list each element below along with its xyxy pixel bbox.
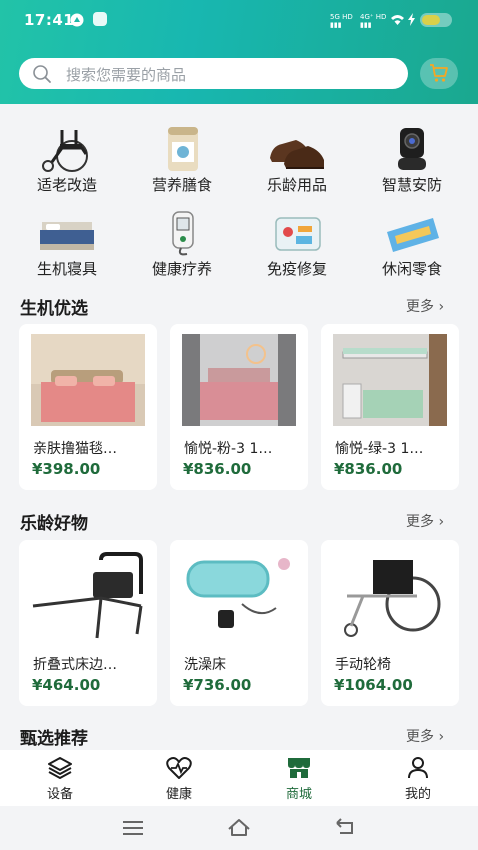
signal-5g-icon: 5G HD ▮▮▮ [330, 13, 353, 29]
tab-label: 商城 [285, 787, 312, 802]
section-title: 生机优选 [20, 299, 88, 319]
medicine-kit-icon [275, 217, 321, 251]
wheelchair-photo [333, 550, 447, 642]
search-bar[interactable]: 搜索您需要的商品 [19, 58, 408, 89]
section-title: 乐龄好物 [20, 514, 88, 534]
category-label: 休闲零食 [381, 260, 442, 278]
product-card[interactable]: 洗澡床 ¥736.00 [170, 540, 308, 706]
product-price: ¥464.00 [32, 676, 101, 694]
product-price: ¥1064.00 [334, 676, 413, 694]
shopping-cart-icon [430, 64, 448, 82]
pink-bed-photo [31, 334, 145, 426]
product-name: 亲肤撸猫毯… [33, 441, 117, 457]
store-icon [288, 758, 310, 778]
glucose-meter-icon [172, 211, 194, 256]
tab-health[interactable]: 健康 [139, 756, 219, 802]
inflatable-bath-photo [182, 550, 296, 642]
bed-icon [40, 222, 94, 250]
product-name: 手动轮椅 [335, 657, 391, 673]
notification-icon [70, 12, 84, 27]
more-link[interactable]: 更多 › [406, 726, 444, 746]
pink-bedroom-photo [182, 334, 296, 426]
product-price: ¥836.00 [334, 460, 403, 478]
tab-label: 健康 [165, 787, 192, 802]
product-price: ¥736.00 [183, 676, 252, 694]
category-label: 适老改造 [36, 176, 97, 194]
product-name: 折叠式床边… [33, 657, 117, 673]
product-name: 洗澡床 [184, 657, 226, 673]
category-label: 智慧安防 [381, 176, 442, 194]
category-label: 免疫修复 [266, 260, 327, 278]
product-card[interactable]: 折叠式床边… ¥464.00 [19, 540, 157, 706]
chevron-right-icon: › [438, 299, 445, 315]
more-link[interactable]: 更多 › [406, 511, 444, 531]
snack-pack-icon [387, 218, 439, 252]
green-bunkbed-photo [333, 334, 447, 426]
product-name: 愉悦-绿-3 1… [335, 441, 424, 457]
category-label: 生机寝具 [36, 260, 97, 278]
cart-button[interactable] [420, 58, 458, 89]
tab-mall[interactable]: 商城 [259, 756, 339, 802]
bed-rail-photo [31, 550, 145, 642]
milk-powder-can-icon [168, 127, 198, 171]
more-link[interactable]: 更多 › [406, 296, 444, 316]
product-card[interactable]: 愉悦-绿-3 1… ¥836.00 [321, 324, 459, 490]
chevron-right-icon: › [438, 729, 445, 745]
menu-icon[interactable] [122, 820, 144, 836]
wheelchair-icon [42, 130, 88, 172]
wifi-icon [391, 15, 404, 25]
back-icon[interactable] [334, 818, 356, 836]
bottom-tab-bar: 设备 健康 商城 我的 [0, 750, 478, 806]
status-time: 17:41 [24, 11, 75, 29]
product-card[interactable]: 亲肤撸猫毯… ¥398.00 [19, 324, 157, 490]
tab-label: 我的 [404, 787, 431, 802]
section-title: 甄选推荐 [20, 729, 88, 749]
app-header: 17:41 5G HD ▮▮▮ 4G⁺ HD ▮▮▮ 搜索您需要的商品 [0, 0, 478, 104]
product-card[interactable]: 手动轮椅 ¥1064.00 [321, 540, 459, 706]
app-notification-icon [93, 12, 107, 26]
tab-mine[interactable]: 我的 [378, 756, 458, 802]
product-name: 愉悦-粉-3 1… [184, 441, 273, 457]
battery-icon [420, 13, 452, 27]
home-icon[interactable] [227, 817, 251, 837]
category-label: 乐龄用品 [266, 176, 327, 194]
product-card[interactable]: 愉悦-粉-3 1… ¥836.00 [170, 324, 308, 490]
smart-camera-icon [398, 128, 426, 170]
search-input[interactable]: 搜索您需要的商品 [66, 64, 186, 85]
charging-icon [408, 13, 415, 26]
product-price: ¥398.00 [32, 460, 101, 478]
heart-pulse-icon [166, 757, 192, 779]
chevron-right-icon: › [438, 514, 445, 530]
signal-4g-icon: 4G⁺ HD ▮▮▮ [360, 13, 387, 29]
category-label: 营养膳食 [151, 176, 212, 194]
category-label: 健康疗养 [151, 260, 212, 278]
search-icon [33, 65, 51, 83]
product-price: ¥836.00 [183, 460, 252, 478]
leather-shoes-icon [270, 140, 324, 169]
tab-devices[interactable]: 设备 [20, 756, 100, 802]
status-bar: 17:41 5G HD ▮▮▮ 4G⁺ HD ▮▮▮ [0, 0, 478, 40]
system-nav-bar [0, 806, 478, 850]
user-icon [408, 757, 428, 779]
tab-label: 设备 [46, 787, 73, 802]
layers-icon [48, 757, 72, 779]
